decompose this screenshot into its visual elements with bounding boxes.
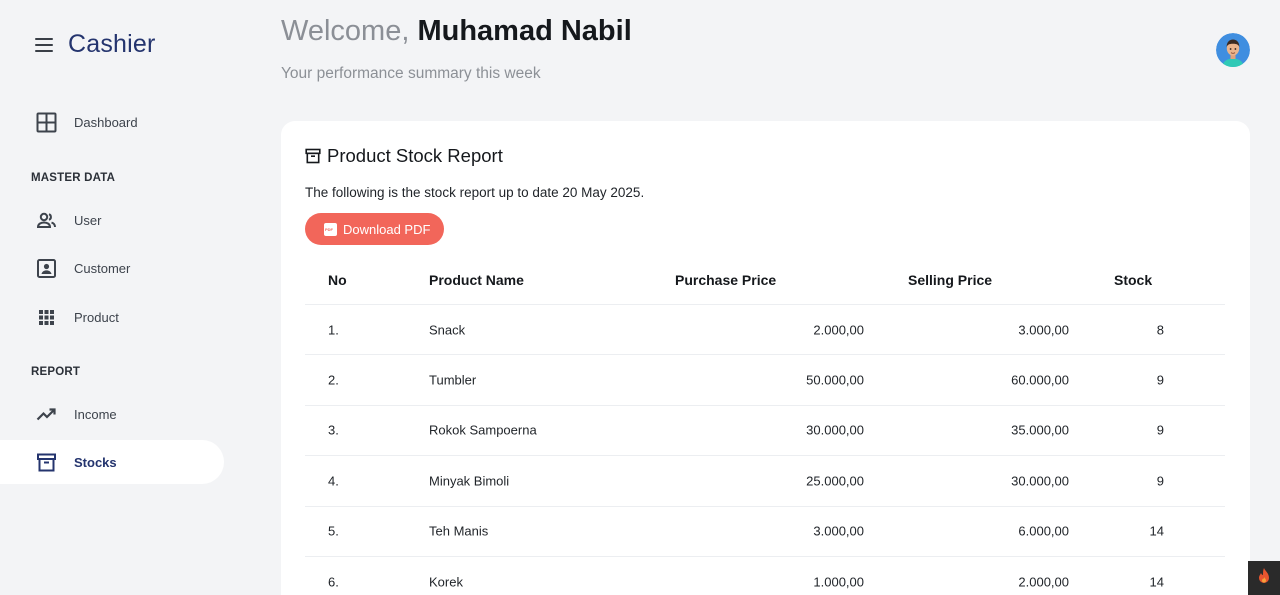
cell-product-name: Minyak Bimoli — [429, 473, 510, 489]
table-row: 4. Minyak Bimoli 25.000,00 30.000,00 9 — [305, 456, 1225, 507]
sidebar-item-label: Dashboard — [74, 114, 138, 130]
sidebar: Cashier Dashboard MASTER DATA User Custo… — [0, 0, 240, 595]
download-pdf-button[interactable]: Download PDF — [305, 213, 444, 245]
users-icon — [36, 210, 57, 231]
page-subtitle: Your performance summary this week — [281, 65, 541, 82]
sidebar-item-customer[interactable]: Customer — [0, 246, 224, 290]
cell-purchase-price: 1.000,00 — [813, 574, 864, 590]
cell-selling-price: 3.000,00 — [1018, 322, 1069, 338]
cell-product-name: Rokok Sampoerna — [429, 422, 537, 438]
apps-grid-icon — [36, 307, 57, 328]
section-title-report: REPORT — [31, 366, 81, 378]
sidebar-item-user[interactable]: User — [0, 198, 224, 242]
sidebar-item-income[interactable]: Income — [0, 392, 224, 436]
cell-no: 3. — [328, 422, 339, 438]
page-title: Welcome, Muhamad Nabil — [281, 15, 632, 48]
column-header-selling-price: Selling Price — [908, 271, 993, 288]
table-header-row: No Product Name Purchase Price Selling P… — [305, 255, 1225, 305]
cell-no: 6. — [328, 574, 339, 590]
cell-purchase-price: 3.000,00 — [813, 523, 864, 539]
cell-stock: 14 — [1149, 523, 1164, 539]
column-header-no: No — [328, 271, 347, 288]
cell-stock: 9 — [1156, 473, 1164, 489]
cell-selling-price: 30.000,00 — [1011, 473, 1069, 489]
flame-icon — [1256, 567, 1272, 590]
table-row: 5. Teh Manis 3.000,00 6.000,00 14 — [305, 507, 1225, 557]
archive-box-icon — [305, 148, 321, 164]
table-row: 1. Snack 2.000,00 3.000,00 8 — [305, 305, 1225, 356]
sidebar-item-label: Customer — [74, 260, 131, 276]
user-name: Muhamad Nabil — [417, 15, 632, 47]
cell-selling-price: 2.000,00 — [1018, 574, 1069, 590]
cell-purchase-price: 30.000,00 — [806, 422, 864, 438]
sidebar-item-product[interactable]: Product — [0, 295, 224, 339]
cell-purchase-price: 2.000,00 — [813, 322, 864, 338]
debug-toolbar-toggle[interactable] — [1248, 561, 1280, 595]
sidebar-item-label: Product — [74, 309, 119, 325]
column-header-stock: Stock — [1114, 271, 1153, 288]
sidebar-item-label: Income — [74, 406, 117, 422]
column-header-product-name: Product Name — [429, 271, 524, 288]
cell-stock: 14 — [1149, 574, 1164, 590]
contact-card-icon — [36, 258, 57, 279]
brand: Cashier — [35, 30, 156, 59]
card-title-text: Product Stock Report — [327, 145, 503, 166]
cell-purchase-price: 25.000,00 — [806, 473, 864, 489]
stock-table: No Product Name Purchase Price Selling P… — [305, 255, 1225, 595]
sidebar-item-label: Stocks — [74, 454, 117, 470]
cell-product-name: Korek — [429, 574, 463, 590]
card-description: The following is the stock report up to … — [305, 185, 645, 200]
cell-no: 4. — [328, 473, 339, 489]
avatar[interactable] — [1216, 33, 1250, 67]
grid-icon — [36, 112, 57, 133]
app-name: Cashier — [68, 30, 156, 58]
card-title: Product Stock Report — [305, 145, 503, 167]
sidebar-item-label: User — [74, 212, 102, 228]
cell-selling-price: 60.000,00 — [1011, 372, 1069, 388]
cell-stock: 8 — [1156, 322, 1164, 338]
pdf-file-icon — [324, 222, 337, 236]
cell-selling-price: 35.000,00 — [1011, 422, 1069, 438]
cell-product-name: Tumbler — [429, 372, 477, 388]
table-row: 6. Korek 1.000,00 2.000,00 14 — [305, 557, 1225, 595]
cell-no: 1. — [328, 322, 339, 338]
archive-box-icon — [36, 452, 57, 473]
cell-no: 5. — [328, 523, 339, 539]
cell-stock: 9 — [1156, 422, 1164, 438]
cell-product-name: Teh Manis — [429, 523, 489, 539]
trending-up-icon — [36, 404, 57, 425]
menu-toggle-icon[interactable] — [35, 37, 53, 52]
cell-stock: 9 — [1156, 372, 1164, 388]
cell-purchase-price: 50.000,00 — [806, 372, 864, 388]
sidebar-item-stocks[interactable]: Stocks — [0, 440, 224, 484]
cell-no: 2. — [328, 372, 339, 388]
stock-report-card: Product Stock Report The following is th… — [281, 121, 1250, 595]
cell-selling-price: 6.000,00 — [1018, 523, 1069, 539]
download-pdf-label: Download PDF — [343, 221, 431, 237]
table-row: 3. Rokok Sampoerna 30.000,00 35.000,00 9 — [305, 406, 1225, 457]
welcome-prefix: Welcome, — [281, 15, 418, 47]
section-title-master-data: MASTER DATA — [31, 172, 116, 184]
sidebar-item-dashboard[interactable]: Dashboard — [0, 100, 224, 144]
table-row: 2. Tumbler 50.000,00 60.000,00 9 — [305, 355, 1225, 406]
column-header-purchase-price: Purchase Price — [675, 271, 777, 288]
cell-product-name: Snack — [429, 322, 466, 338]
